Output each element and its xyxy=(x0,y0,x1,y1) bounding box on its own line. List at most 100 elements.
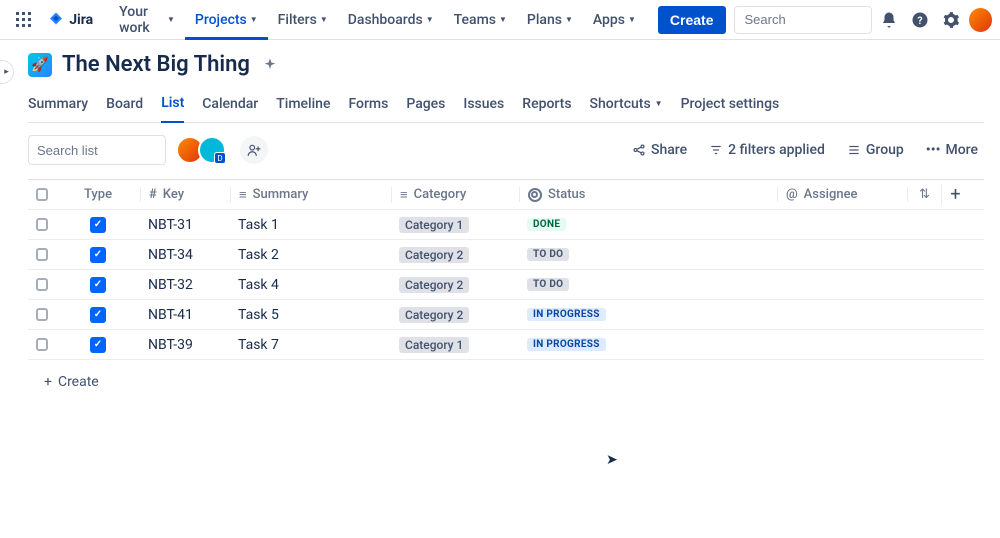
tab-calendar[interactable]: Calendar xyxy=(202,89,258,122)
top-navigation: Jira Your work▼ Projects▼ Filters▼ Dashb… xyxy=(0,0,1000,40)
list-search[interactable] xyxy=(28,135,166,165)
notifications-icon[interactable] xyxy=(876,6,903,34)
avatar-badge-icon: D xyxy=(214,152,226,164)
status-badge[interactable]: IN PROGRESS xyxy=(527,308,606,321)
task-type-icon xyxy=(90,277,106,293)
row-checkbox[interactable] xyxy=(36,248,48,261)
project-icon: 🚀 xyxy=(28,53,52,77)
at-icon xyxy=(786,187,798,202)
avatar[interactable]: D xyxy=(198,136,226,164)
task-type-icon xyxy=(90,337,106,353)
status-badge[interactable]: DONE xyxy=(527,218,566,231)
group-button[interactable]: Group xyxy=(841,138,910,162)
col-assignee[interactable]: Assignee xyxy=(777,187,907,202)
user-avatar[interactable] xyxy=(969,8,992,32)
issue-summary[interactable]: Task 1 xyxy=(238,217,279,233)
status-badge[interactable]: IN PROGRESS xyxy=(527,338,606,351)
share-label: Share xyxy=(651,142,687,158)
chevron-down-icon: ▼ xyxy=(628,15,636,24)
cursor-icon: ➤ xyxy=(606,452,618,468)
nav-filters[interactable]: Filters▼ xyxy=(268,0,338,40)
app-switcher-icon[interactable] xyxy=(12,8,35,32)
tab-list[interactable]: List xyxy=(161,89,184,123)
col-sort[interactable]: ⇅ xyxy=(907,187,941,202)
jira-logo[interactable]: Jira xyxy=(43,11,97,29)
row-checkbox[interactable] xyxy=(36,338,48,351)
share-button[interactable]: Share xyxy=(626,138,693,162)
row-checkbox[interactable] xyxy=(36,218,48,231)
nav-teams[interactable]: Teams▼ xyxy=(444,0,517,40)
tab-project-settings[interactable]: Project settings xyxy=(681,89,780,122)
filter-icon xyxy=(709,143,723,157)
status-icon xyxy=(528,188,542,202)
tab-board[interactable]: Board xyxy=(106,89,143,122)
help-icon[interactable]: ? xyxy=(907,6,934,34)
col-status[interactable]: Status xyxy=(519,187,777,202)
table-row[interactable]: NBT-32 Task 4 Category 2 TO DO xyxy=(28,270,984,300)
tab-summary[interactable]: Summary xyxy=(28,89,88,122)
col-category[interactable]: Category xyxy=(391,187,519,203)
group-icon xyxy=(847,143,861,157)
table-row[interactable]: NBT-41 Task 5 Category 2 IN PROGRESS xyxy=(28,300,984,330)
category-badge[interactable]: Category 2 xyxy=(399,307,469,323)
category-badge[interactable]: Category 1 xyxy=(399,217,469,233)
more-icon: ••• xyxy=(926,142,941,158)
group-label: Group xyxy=(866,142,904,158)
tab-issues[interactable]: Issues xyxy=(463,89,504,122)
issue-summary[interactable]: Task 7 xyxy=(238,337,279,353)
status-badge[interactable]: TO DO xyxy=(527,248,569,261)
filters-button[interactable]: 2 filters applied xyxy=(703,138,831,162)
more-button[interactable]: ••• More xyxy=(920,138,984,162)
plus-icon: + xyxy=(44,374,52,390)
nav-plans[interactable]: Plans▼ xyxy=(517,0,583,40)
issue-summary[interactable]: Task 5 xyxy=(238,307,279,323)
chevron-down-icon: ▼ xyxy=(655,99,663,108)
nav-dashboards[interactable]: Dashboards▼ xyxy=(338,0,444,40)
issue-key[interactable]: NBT-34 xyxy=(148,247,193,263)
filters-label: 2 filters applied xyxy=(728,142,825,158)
category-badge[interactable]: Category 1 xyxy=(399,337,469,353)
global-search[interactable] xyxy=(734,6,872,34)
table-row[interactable]: NBT-31 Task 1 Category 1 DONE xyxy=(28,210,984,240)
sort-icon: ⇅ xyxy=(919,187,930,202)
tab-pages[interactable]: Pages xyxy=(406,89,445,122)
create-label: Create xyxy=(58,374,99,390)
nav-apps[interactable]: Apps▼ xyxy=(583,0,646,40)
add-people-button[interactable] xyxy=(240,136,268,164)
select-all-checkbox[interactable] xyxy=(36,188,48,201)
category-badge[interactable]: Category 2 xyxy=(399,277,469,293)
col-add[interactable]: + xyxy=(941,184,969,205)
share-icon xyxy=(632,143,646,157)
list-icon xyxy=(239,187,247,203)
nav-projects[interactable]: Projects▼ xyxy=(185,0,268,40)
issue-summary[interactable]: Task 2 xyxy=(238,247,279,263)
create-button[interactable]: Create xyxy=(658,6,726,34)
col-type[interactable]: Type xyxy=(56,187,140,202)
tab-shortcuts[interactable]: Shortcuts▼ xyxy=(590,89,663,122)
row-checkbox[interactable] xyxy=(36,308,48,321)
table-row[interactable]: NBT-39 Task 7 Category 1 IN PROGRESS xyxy=(28,330,984,360)
category-badge[interactable]: Category 2 xyxy=(399,247,469,263)
tab-reports[interactable]: Reports xyxy=(522,89,571,122)
issue-key[interactable]: NBT-32 xyxy=(148,277,193,293)
create-issue-row[interactable]: + Create xyxy=(28,360,984,404)
issue-summary[interactable]: Task 4 xyxy=(238,277,279,293)
table-header-row: Type Key Summary Category Status Assigne… xyxy=(28,180,984,210)
nav-your-work[interactable]: Your work▼ xyxy=(109,0,185,40)
status-badge[interactable]: TO DO xyxy=(527,278,569,291)
assignee-filter[interactable]: D xyxy=(176,136,226,164)
col-key[interactable]: Key xyxy=(140,187,230,202)
table-row[interactable]: NBT-34 Task 2 Category 2 TO DO xyxy=(28,240,984,270)
issue-key[interactable]: NBT-39 xyxy=(148,337,193,353)
nav-items: Your work▼ Projects▼ Filters▼ Dashboards… xyxy=(109,0,646,40)
tab-timeline[interactable]: Timeline xyxy=(276,89,330,122)
col-summary[interactable]: Summary xyxy=(230,187,391,203)
ai-sparkle-icon[interactable] xyxy=(260,55,280,75)
chevron-down-icon: ▼ xyxy=(320,15,328,24)
settings-icon[interactable] xyxy=(938,6,965,34)
tab-forms[interactable]: Forms xyxy=(348,89,388,122)
issue-key[interactable]: NBT-31 xyxy=(148,217,193,233)
list-toolbar: D Share 2 filters applied Group ••• More xyxy=(28,135,984,165)
row-checkbox[interactable] xyxy=(36,278,48,291)
issue-key[interactable]: NBT-41 xyxy=(148,307,193,323)
